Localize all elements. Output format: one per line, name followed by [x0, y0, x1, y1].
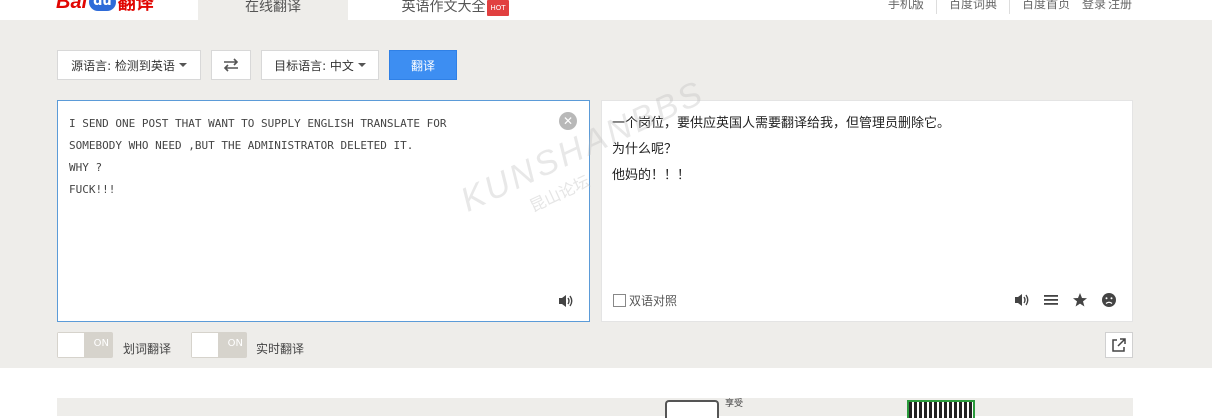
source-text-area[interactable]: I SEND ONE POST THAT WANT TO SUPPLY ENGL… — [57, 100, 590, 322]
target-language-label: 目标语言: 中文 — [274, 58, 354, 73]
list-icon[interactable] — [1042, 291, 1060, 309]
toggle-knob — [58, 333, 84, 357]
translate-button[interactable]: 翻译 — [389, 50, 457, 80]
source-language-select[interactable]: 源语言: 检测到英语 — [57, 50, 201, 80]
toggle-state: ON — [93, 338, 109, 349]
star-icon[interactable] — [1071, 291, 1089, 309]
clear-icon[interactable]: ✕ — [559, 112, 577, 130]
translate-main: 源语言: 检测到英语 目标语言: 中文 翻译 I SEND ONE POST T… — [0, 20, 1212, 368]
target-language-select[interactable]: 目标语言: 中文 — [261, 50, 379, 80]
logo-translate: 翻译 — [117, 0, 154, 14]
top-links: 手机版 百度词典 百度首页 登录 注册 — [876, 0, 1134, 14]
top-bar: Bai du 翻译 在线翻译 英语作文大全 HOT 手机版 百度词典 百度首页 登… — [0, 0, 1212, 20]
tab-label: 在线翻译 — [245, 0, 301, 15]
translation-result-panel: 一个岗位，要供应英国人需要翻译给我，但管理员删除它。 为什么呢？ 他妈的！！！ … — [601, 100, 1133, 322]
tab-label: 英语作文大全 — [401, 0, 486, 15]
feedback-face-icon[interactable] — [1100, 291, 1118, 309]
chevron-down-icon — [178, 63, 187, 67]
realtime-translate-toggle[interactable]: ON — [191, 332, 247, 358]
share-button[interactable] — [1105, 332, 1133, 358]
banner-text: 享受 — [725, 399, 744, 409]
link-login[interactable]: 登录 — [1082, 0, 1108, 14]
bilingual-checkbox[interactable] — [613, 294, 626, 307]
result-line: 他妈的！！！ — [612, 168, 691, 183]
phone-image — [665, 400, 719, 418]
promo-banner[interactable]: 享受 — [57, 398, 1133, 418]
source-text[interactable]: I SEND ONE POST THAT WANT TO SUPPLY ENGL… — [69, 113, 549, 201]
logo-du: du — [89, 0, 116, 11]
qr-code-image — [907, 400, 975, 418]
link-dictionary[interactable]: 百度词典 — [935, 0, 1009, 14]
source-language-label: 源语言: 检测到英语 — [71, 58, 175, 73]
hot-badge: HOT — [487, 0, 509, 16]
word-select-label: 划词翻译 — [123, 342, 172, 356]
result-line: 为什么呢？ — [612, 142, 678, 157]
tab-english-essays[interactable]: 英语作文大全 HOT — [380, 0, 530, 20]
toggle-state: ON — [227, 338, 243, 349]
baidu-logo[interactable]: Bai du 翻译 — [56, 0, 154, 14]
tab-online-translate[interactable]: 在线翻译 — [198, 0, 348, 20]
link-baidu-home[interactable]: 百度首页 — [1008, 0, 1082, 14]
speaker-icon[interactable] — [1013, 291, 1031, 309]
toggle-knob — [192, 333, 218, 357]
realtime-translate-label: 实时翻译 — [256, 342, 305, 356]
chevron-down-icon — [357, 63, 366, 67]
link-mobile[interactable]: 手机版 — [876, 0, 936, 14]
logo-bai: Bai — [56, 0, 88, 13]
result-tools — [1002, 291, 1118, 309]
translation-result: 一个岗位，要供应英国人需要翻译给我，但管理员删除它。 为什么呢？ 他妈的！！！ — [612, 111, 950, 189]
swap-languages-button[interactable] — [211, 50, 251, 80]
bilingual-label: 双语对照 — [629, 294, 678, 308]
word-select-toggle[interactable]: ON — [57, 332, 113, 358]
share-icon — [1112, 338, 1126, 352]
result-line: 一个岗位，要供应英国人需要翻译给我，但管理员删除它。 — [612, 116, 951, 131]
speaker-icon[interactable] — [557, 293, 575, 309]
bilingual-toggle[interactable]: 双语对照 — [613, 292, 677, 309]
swap-icon — [223, 58, 239, 72]
link-register[interactable]: 注册 — [1108, 0, 1134, 14]
